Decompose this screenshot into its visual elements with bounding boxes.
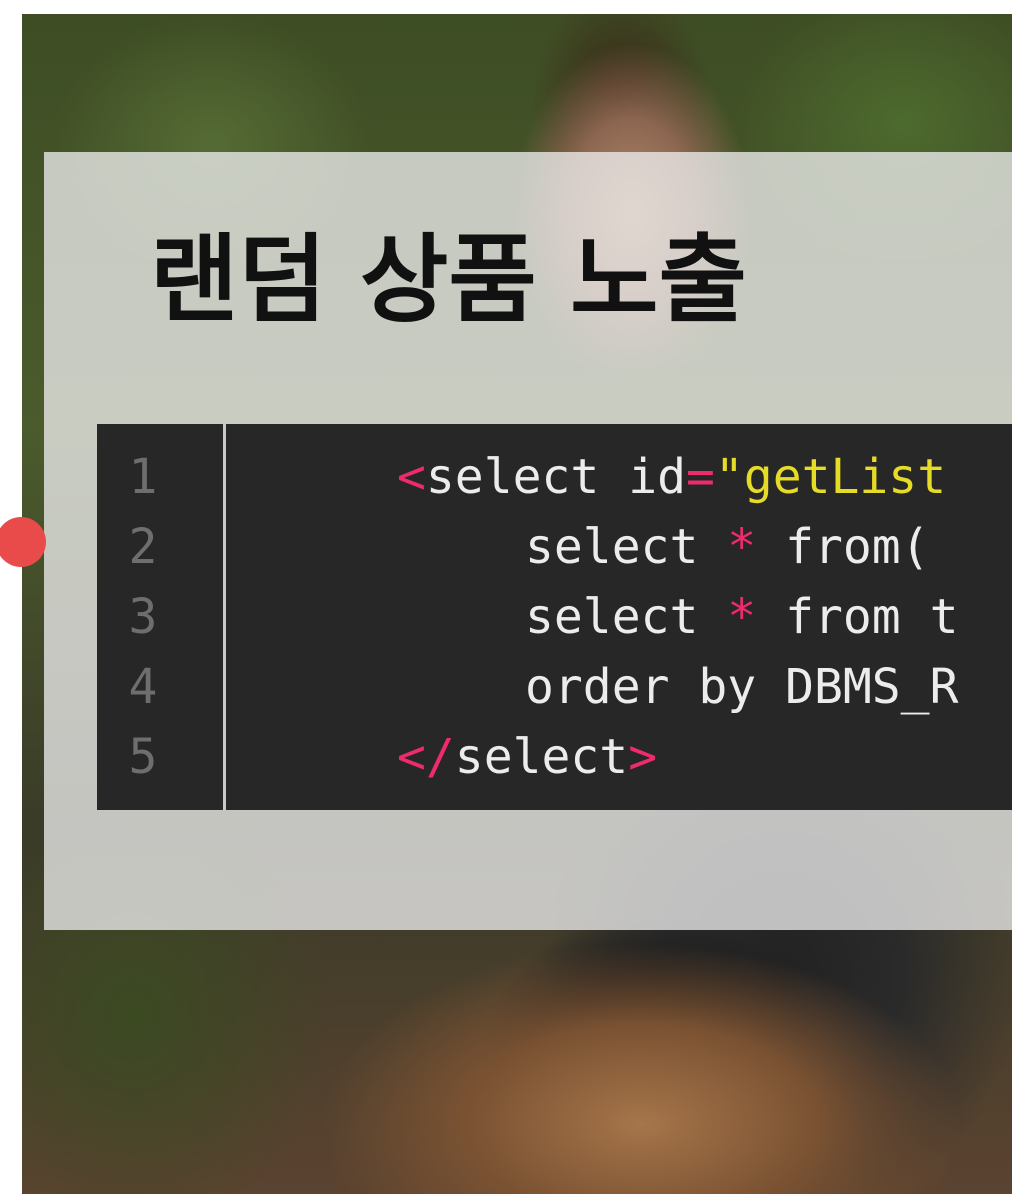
code-line-4: order by DBMS_R [525, 652, 958, 722]
line-number: 4 [128, 659, 158, 715]
line-number: 5 [128, 729, 158, 785]
code-line-3: select * from t [525, 582, 959, 652]
code-token-star: * [727, 519, 757, 575]
code-token-keyword: select [425, 449, 600, 505]
code-token-tag-open: < [397, 449, 426, 505]
code-token-text: from( [756, 519, 930, 575]
code-token-equals: = [686, 449, 715, 505]
line-number-gutter: 1 2 3 4 5 [97, 424, 226, 810]
code-token-keyword: select [525, 519, 728, 575]
code-token-star: * [727, 589, 757, 645]
code-block: 1 2 3 4 5 <select id="getList select * f… [97, 424, 1012, 810]
line-number: 2 [128, 519, 158, 575]
code-line-5: </select> [397, 722, 657, 792]
code-token-text: from t [756, 589, 959, 645]
code-line-1: <select id="getList [397, 442, 946, 512]
slide-title: 랜덤 상품 노출 [150, 224, 747, 336]
code-token-string: "getList [714, 449, 947, 505]
code-token-tag-open: </ [397, 729, 455, 785]
code-token-text: order by DBMS_R [525, 659, 959, 715]
code-token-keyword: select [525, 589, 728, 645]
line-number: 3 [128, 589, 158, 645]
line-number: 1 [128, 449, 158, 505]
code-line-2: select * from( [525, 512, 930, 582]
code-token-keyword: select [454, 729, 629, 785]
code-token-attribute: id [599, 449, 686, 505]
code-token-tag-close: > [628, 729, 658, 785]
